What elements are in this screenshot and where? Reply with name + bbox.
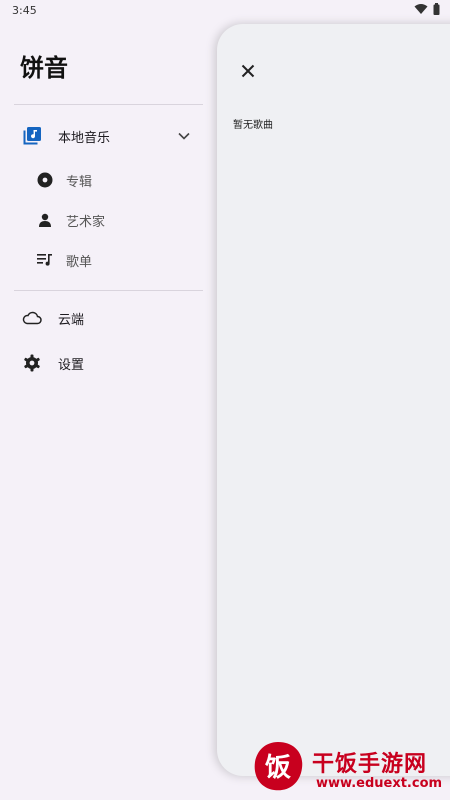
nav-cloud[interactable]: 云端 (14, 298, 203, 338)
person-icon (34, 209, 56, 231)
sub-item-playlist[interactable]: 歌单 (34, 242, 203, 278)
status-icons (414, 3, 440, 15)
watermark: 饭 干饭手游网 www.eduext.com (250, 736, 450, 800)
status-time: 3:45 (12, 4, 37, 17)
nav-settings[interactable]: 设置 (14, 343, 203, 383)
nav-local-music[interactable]: 本地音乐 (14, 116, 203, 156)
sub-item-artist[interactable]: 艺术家 (34, 202, 203, 238)
playlist-icon (34, 249, 56, 271)
sub-item-playlist-label: 歌单 (66, 254, 93, 270)
battery-icon (433, 3, 440, 15)
status-bar: 3:45 (0, 0, 450, 22)
watermark-logo-glyph: 饭 (265, 753, 291, 783)
sub-item-artist-label: 艺术家 (66, 214, 106, 230)
close-icon[interactable] (237, 60, 259, 82)
song-panel: 暂无歌曲 (217, 24, 450, 776)
cloud-icon (20, 306, 44, 330)
watermark-url: www.eduext.com (316, 776, 443, 791)
sub-item-album-label: 专辑 (66, 174, 93, 190)
nav-local-music-label: 本地音乐 (58, 130, 111, 146)
divider (14, 104, 203, 105)
album-icon (34, 169, 56, 191)
wifi-icon (414, 4, 428, 14)
chevron-down-icon[interactable] (173, 125, 195, 151)
library-music-icon (20, 124, 44, 148)
sub-item-album[interactable]: 专辑 (34, 162, 203, 198)
divider (14, 290, 203, 291)
watermark-logo: 饭 (254, 742, 303, 791)
gear-icon (20, 351, 44, 375)
empty-songs-text: 暂无歌曲 (233, 120, 273, 131)
app-title: 饼音 (20, 54, 68, 82)
nav-settings-label: 设置 (58, 357, 85, 373)
watermark-text: 干饭手游网 (312, 752, 428, 777)
nav-cloud-label: 云端 (58, 312, 85, 328)
